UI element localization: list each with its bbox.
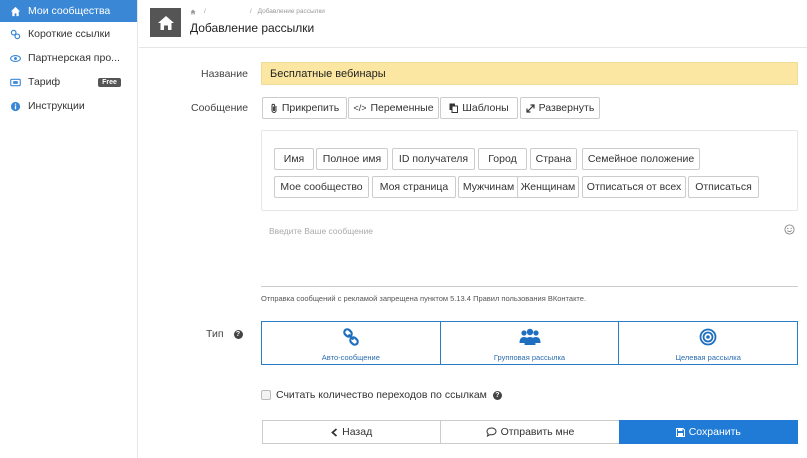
expand-icon <box>526 103 535 113</box>
type-option-label: Групповая рассылка <box>493 353 566 362</box>
attach-button-label: Прикрепить <box>281 102 340 114</box>
name-input[interactable] <box>261 62 798 85</box>
paperclip-icon <box>270 103 278 113</box>
type-selector: Авто-сообщение Групповая рассылка Целева… <box>261 321 799 365</box>
save-button[interactable]: Сохранить <box>618 420 798 444</box>
variables-panel <box>261 130 798 211</box>
send-to-me-button[interactable]: Отправить мне <box>440 420 620 444</box>
sidebar: Мои сообщества Короткие ссылки Партнерск… <box>0 0 138 458</box>
free-badge: Free <box>98 77 121 87</box>
breadcrumb-separator: / <box>249 8 252 15</box>
sidebar-item-tariff[interactable]: Тариф Free <box>0 70 137 94</box>
link-icon <box>9 28 21 40</box>
home-icon <box>9 5 21 17</box>
variable-full-name[interactable]: Полное имя <box>316 148 388 170</box>
type-label-row: Тип ? <box>206 328 243 340</box>
home-icon <box>157 15 174 30</box>
action-bar: Назад Отправить мне Сохранить <box>262 420 798 444</box>
info-icon <box>9 100 21 112</box>
sidebar-item-instructions[interactable]: Инструкции <box>0 94 137 118</box>
expand-button[interactable]: Развернуть <box>520 97 600 119</box>
target-icon <box>699 328 717 346</box>
sidebar-item-label: Мои сообщества <box>28 5 111 17</box>
code-icon: </> <box>353 103 367 113</box>
back-button[interactable]: Назад <box>262 420 442 444</box>
sidebar-item-my-communities[interactable]: Мои сообщества <box>0 0 137 22</box>
save-button-label: Сохранить <box>688 426 741 438</box>
name-label: Название <box>201 68 248 80</box>
eye-icon <box>9 52 21 64</box>
sidebar-item-short-links[interactable]: Короткие ссылки <box>0 22 137 46</box>
card-icon <box>9 76 21 88</box>
variable-marital-status[interactable]: Семейное положение <box>582 148 700 170</box>
variable-country[interactable]: Страна <box>530 148 577 170</box>
header-divider <box>139 47 807 48</box>
variable-unsubscribe[interactable]: Отписаться <box>688 176 759 198</box>
sidebar-item-label: Инструкции <box>28 100 85 112</box>
attach-button[interactable]: Прикрепить <box>262 97 347 119</box>
sidebar-item-label: Тариф <box>28 76 61 88</box>
templates-button[interactable]: Шаблоны <box>440 97 518 119</box>
templates-button-label: Шаблоны <box>462 102 509 114</box>
message-label: Сообщение <box>191 102 249 114</box>
back-button-label: Назад <box>342 426 373 438</box>
breadcrumb-home-icon[interactable] <box>190 9 196 15</box>
floppy-disk-icon <box>675 427 685 437</box>
copy-icon <box>449 103 459 113</box>
users-icon <box>519 328 541 346</box>
sidebar-item-partner-program[interactable]: Партнерская про... <box>0 46 137 70</box>
variable-my-page[interactable]: Моя страница <box>372 176 456 198</box>
smile-icon[interactable] <box>784 224 795 235</box>
variable-my-community[interactable]: Мое сообщество <box>274 176 369 198</box>
breadcrumb: / / Добавление рассылки <box>190 8 325 15</box>
expand-button-label: Развернуть <box>538 102 595 114</box>
sidebar-item-label: Партнерская про... <box>28 52 120 64</box>
type-label: Тип <box>206 328 224 340</box>
count-clicks-row: Считать количество переходов по ссылкам … <box>261 389 502 401</box>
variable-recipient-id[interactable]: ID получателя <box>392 148 475 170</box>
send-to-me-label: Отправить мне <box>500 426 575 438</box>
variable-first-name[interactable]: Имя <box>274 148 314 170</box>
variables-button[interactable]: </> Переменные <box>348 97 439 119</box>
type-option-auto[interactable]: Авто-сообщение <box>261 321 441 365</box>
advertising-warning: Отправка сообщений с рекламой запрещена … <box>261 294 587 303</box>
breadcrumb-item: Добавление рассылки <box>257 8 325 15</box>
sidebar-item-label: Короткие ссылки <box>28 28 111 40</box>
comment-icon <box>486 427 497 437</box>
type-option-label: Целевая рассылка <box>675 353 741 362</box>
help-icon[interactable]: ? <box>492 390 502 400</box>
variable-unsubscribe-all[interactable]: Отписаться от всех <box>582 176 686 198</box>
variable-for-women[interactable]: Женщинам <box>517 176 579 198</box>
page-home-tile <box>150 8 181 37</box>
page-title: Добавление рассылки <box>190 21 315 35</box>
variable-city[interactable]: Город <box>478 148 527 170</box>
type-option-target[interactable]: Целевая рассылка <box>618 321 799 365</box>
message-input[interactable] <box>261 218 798 287</box>
link-icon <box>342 328 360 346</box>
type-option-group[interactable]: Групповая рассылка <box>439 321 620 365</box>
count-clicks-checkbox[interactable] <box>261 390 271 400</box>
type-option-label: Авто-сообщение <box>321 353 380 362</box>
chevron-left-icon <box>331 427 338 437</box>
breadcrumb-separator: / <box>204 8 206 15</box>
count-clicks-label[interactable]: Считать количество переходов по ссылкам <box>276 389 487 401</box>
variable-for-men[interactable]: Мужчинам <box>458 176 519 198</box>
variables-button-label: Переменные <box>370 102 434 114</box>
help-icon[interactable]: ? <box>233 329 243 339</box>
